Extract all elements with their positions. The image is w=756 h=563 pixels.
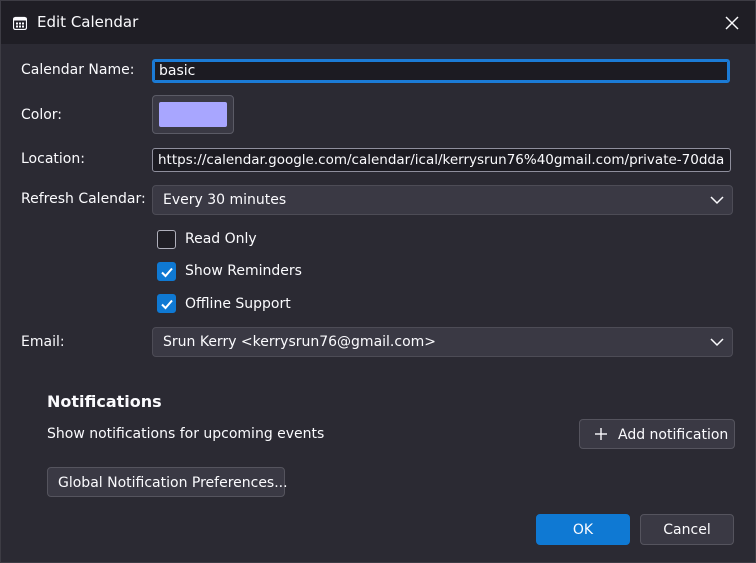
color-picker-button[interactable] (152, 95, 234, 134)
chevron-down-icon (710, 335, 724, 349)
location-input[interactable] (152, 148, 731, 172)
close-icon (725, 16, 739, 30)
chevron-down-icon (710, 193, 724, 207)
email-value: Srun Kerry <kerrysrun76@gmail.com> (163, 334, 437, 350)
refresh-calendar-label: Refresh Calendar: (21, 191, 146, 207)
title-bar: Edit Calendar (1, 1, 755, 44)
offline-support-label[interactable]: Offline Support (185, 296, 291, 312)
refresh-calendar-value: Every 30 minutes (163, 192, 287, 208)
email-label: Email: (21, 334, 65, 350)
show-reminders-label[interactable]: Show Reminders (185, 263, 302, 279)
add-notification-label: Add notification (618, 427, 729, 443)
edit-calendar-dialog: Edit Calendar Calendar Name: Color: Loca… (0, 0, 756, 563)
read-only-label[interactable]: Read Only (185, 231, 257, 247)
location-label: Location: (21, 151, 85, 167)
read-only-checkbox[interactable] (157, 230, 176, 249)
checkmark-icon (161, 299, 173, 310)
plus-icon (594, 427, 608, 441)
add-notification-button[interactable]: Add notification (579, 419, 735, 449)
color-label: Color: (21, 107, 63, 123)
refresh-calendar-select[interactable]: Every 30 minutes (152, 185, 733, 215)
calendar-name-label: Calendar Name: (21, 62, 135, 78)
ok-button[interactable]: OK (536, 514, 630, 545)
calendar-name-input[interactable] (152, 59, 730, 83)
notifications-description: Show notifications for upcoming events (47, 426, 325, 442)
dialog-title: Edit Calendar (37, 13, 139, 31)
cancel-button[interactable]: Cancel (640, 514, 734, 545)
checkmark-icon (161, 267, 173, 278)
notifications-heading: Notifications (47, 392, 162, 411)
global-notification-preferences-label: Global Notification Preferences... (58, 475, 288, 491)
color-swatch (159, 102, 227, 127)
cancel-label: Cancel (663, 522, 711, 538)
global-notification-preferences-button[interactable]: Global Notification Preferences... (47, 467, 288, 497)
calendar-icon (12, 16, 28, 31)
email-select[interactable]: Srun Kerry <kerrysrun76@gmail.com> (152, 327, 733, 357)
show-reminders-checkbox[interactable] (157, 262, 176, 281)
close-button[interactable] (721, 12, 743, 34)
offline-support-checkbox[interactable] (157, 294, 176, 313)
ok-label: OK (572, 522, 594, 538)
